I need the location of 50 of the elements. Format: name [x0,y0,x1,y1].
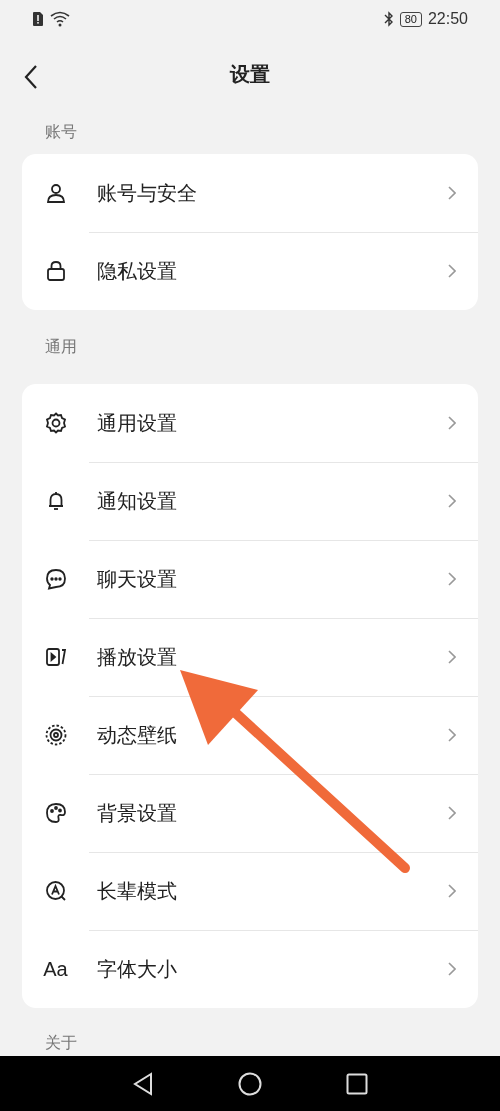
home-circle-icon[interactable] [238,1071,262,1096]
row-label: 聊天设置 [96,565,178,593]
row-label: 长辈模式 [96,877,178,905]
back-icon[interactable] [24,64,38,90]
settings-row[interactable]: 背景设置 [22,774,478,852]
settings-row[interactable]: 播放设置 [22,618,478,696]
status-time: 22:50 [427,10,468,28]
row-label: 字体大小 [96,955,178,983]
chevron-icon [448,806,456,820]
settings-row[interactable]: Aa 字体大小 [22,930,478,1008]
battery-level: 80 [399,11,422,27]
row-label: 账号与安全 [96,179,198,207]
row-label: 通知设置 [96,487,178,515]
row-label: 播放设置 [96,643,178,671]
bluetooth-icon [383,11,394,27]
magnifier-letter-icon [43,879,68,903]
dotted-target-icon [43,723,68,747]
settings-row[interactable]: 通知设置 [22,462,478,540]
settings-row[interactable]: 通用设置 [22,384,478,462]
row-label: 通用设置 [96,409,178,437]
text-icon: Aa [43,957,68,981]
chat-bubble-icon [43,567,68,591]
row-label: 隐私设置 [96,257,178,285]
palette-icon [43,801,68,825]
row-label: 背景设置 [96,799,178,827]
settings-row[interactable]: 聊天设置 [22,540,478,618]
chevron-icon [448,494,456,508]
settings-row[interactable]: 动态壁纸 [22,696,478,774]
gear-icon [43,411,68,435]
row-label: 动态壁纸 [96,721,178,749]
page-title: 设置 [230,60,270,88]
chevron-icon [448,416,456,430]
chevron-icon [448,884,456,898]
chevron-icon [448,186,456,200]
chevron-icon [448,572,456,586]
section-label: 通用 [45,336,77,358]
chevron-icon [448,264,456,278]
wifi-icon [50,11,70,27]
section-label: 账号 [45,121,77,143]
sim-alert-icon [32,11,44,27]
section-label: 关于 [45,1033,77,1054]
settings-row[interactable]: 账号与安全 [22,154,478,232]
play-screen-icon [43,645,68,669]
back-triangle-icon[interactable] [132,1071,154,1096]
chevron-icon [448,728,456,742]
recents-square-icon[interactable] [346,1072,368,1095]
settings-row[interactable]: 长辈模式 [22,852,478,930]
chevron-icon [448,650,456,664]
settings-row[interactable]: 隐私设置 [22,232,478,310]
chevron-icon [448,962,456,976]
